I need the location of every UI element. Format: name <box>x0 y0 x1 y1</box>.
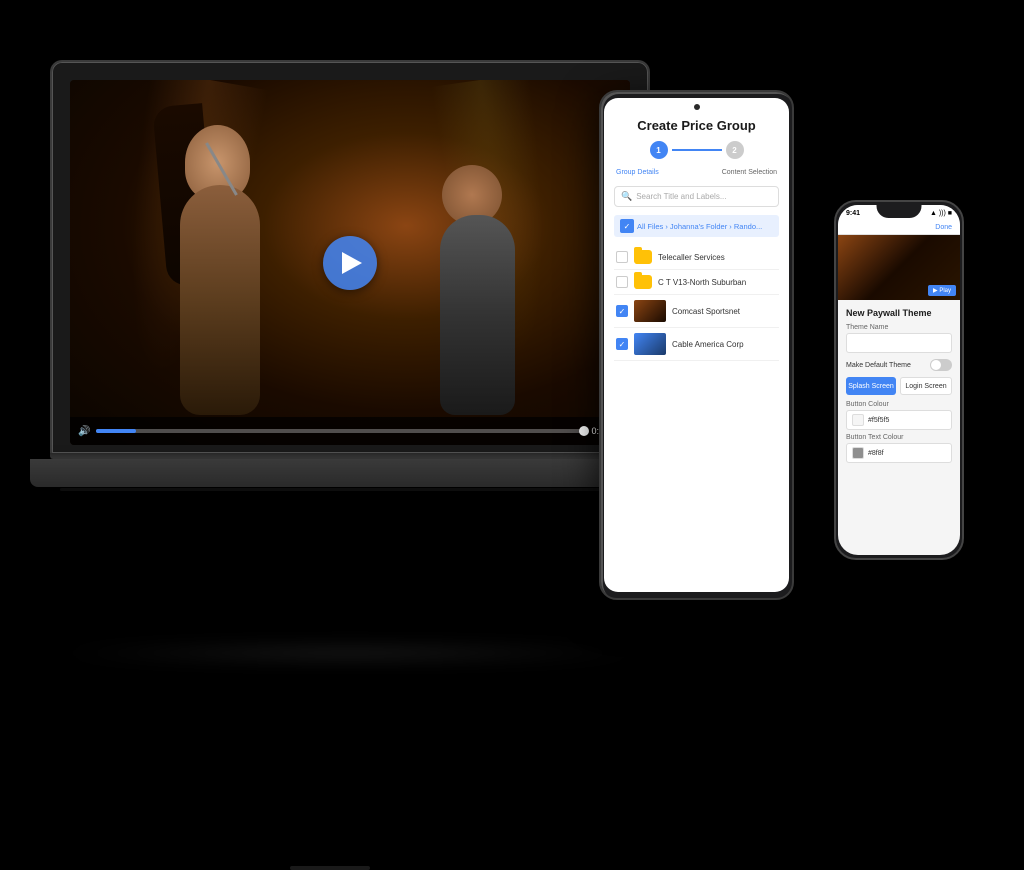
button-text-color-input[interactable]: #8f8f <box>846 443 952 463</box>
button-color-input[interactable]: #f5f5f5 <box>846 410 952 430</box>
step-1-circle: 1 <box>650 141 668 159</box>
file-name-3: Comcast Sportsnet <box>672 307 777 316</box>
step-1-label: Group Details <box>616 169 659 176</box>
singer-body <box>180 185 260 415</box>
phone-nav: Done <box>838 221 960 235</box>
tablet-camera <box>694 104 700 110</box>
file-row[interactable]: ✓ Cable America Corp <box>614 328 779 361</box>
tablet-content: Create Price Group 1 2 Group Details Con… <box>604 98 789 592</box>
laptop-feet <box>60 488 640 491</box>
progress-dot <box>579 426 589 436</box>
file-name-4: Cable America Corp <box>672 340 777 349</box>
breadcrumb-path: All Files › Johanna's Folder › Rando... <box>637 222 762 231</box>
progress-fill <box>96 429 135 433</box>
file-checkbox-4[interactable]: ✓ <box>616 338 628 350</box>
laptop-screen: 🔊 0:06 ⛶ <box>70 80 630 445</box>
file-thumbnail-4 <box>634 333 666 355</box>
tablet-screen: Create Price Group 1 2 Group Details Con… <box>604 98 789 592</box>
file-checkbox-3[interactable]: ✓ <box>616 305 628 317</box>
theme-name-input[interactable] <box>846 333 952 353</box>
phone-screen: 9:41 ▲ ))) ■ Done ▶ Play New Paywall The… <box>838 205 960 555</box>
step-labels: Group Details Content Selection <box>614 169 779 176</box>
phone-notch <box>877 202 922 218</box>
toggle-thumb <box>931 360 941 370</box>
laptop-bezel: 🔊 0:06 ⛶ <box>50 60 650 455</box>
screen-tab-group: Splash Screen Login Screen <box>846 377 952 395</box>
breadcrumb-row: ✓ All Files › Johanna's Folder › Rando..… <box>614 215 779 237</box>
scene: 🔊 0:06 ⛶ Create Price G <box>0 0 1024 683</box>
theme-name-label: Theme Name <box>846 324 952 331</box>
play-icon <box>342 252 362 274</box>
file-thumbnail-3 <box>634 300 666 322</box>
splash-screen-tab[interactable]: Splash Screen <box>846 377 896 395</box>
file-checkbox-2[interactable] <box>616 276 628 288</box>
phone: 9:41 ▲ ))) ■ Done ▶ Play New Paywall The… <box>834 200 964 560</box>
search-icon: 🔍 <box>621 191 632 202</box>
device-shadow <box>50 643 650 663</box>
volume-icon[interactable]: 🔊 <box>78 426 90 437</box>
folder-icon-2 <box>634 275 652 289</box>
file-row[interactable]: Telecaller Services <box>614 245 779 270</box>
video-controls: 🔊 0:06 ⛶ <box>70 417 630 445</box>
progress-track[interactable] <box>96 429 585 433</box>
play-button[interactable] <box>323 236 377 290</box>
phone-status-icons: ▲ ))) ■ <box>930 210 952 217</box>
login-screen-tab[interactable]: Login Screen <box>900 377 952 395</box>
laptop-base <box>30 459 670 487</box>
phone-time: 9:41 <box>846 210 860 217</box>
singer-figure <box>130 135 330 415</box>
button-text-color-label: Button Text Colour <box>846 434 952 441</box>
step-indicator: 1 2 <box>614 141 779 159</box>
step-2-circle: 2 <box>726 141 744 159</box>
file-row[interactable]: C T V13-North Suburban <box>614 270 779 295</box>
guitarist-body <box>440 215 515 415</box>
phone-video-badge: ▶ Play <box>928 285 956 296</box>
button-text-color-value: #8f8f <box>868 450 884 457</box>
button-color-swatch <box>852 414 864 426</box>
button-color-label: Button Colour <box>846 401 952 408</box>
file-name-1: Telecaller Services <box>658 253 777 262</box>
phone-video-thumbnail: ▶ Play <box>838 235 960 300</box>
tablet: Create Price Group 1 2 Group Details Con… <box>599 90 794 600</box>
file-name-2: C T V13-North Suburban <box>658 278 777 287</box>
folder-icon <box>634 250 652 264</box>
step-line <box>672 149 722 151</box>
search-placeholder: Search Title and Labels... <box>636 192 726 201</box>
all-checked-box[interactable]: ✓ <box>620 219 634 233</box>
step-2-label: Content Selection <box>722 169 777 176</box>
phone-done-button[interactable]: Done <box>935 224 952 231</box>
search-bar[interactable]: 🔍 Search Title and Labels... <box>614 186 779 207</box>
laptop-trackpad-notch <box>290 866 370 870</box>
file-checkbox-1[interactable] <box>616 251 628 263</box>
tablet-page-title: Create Price Group <box>614 118 779 133</box>
file-row[interactable]: ✓ Comcast Sportsnet <box>614 295 779 328</box>
button-color-value: #f5f5f5 <box>868 417 889 424</box>
phone-form: New Paywall Theme Theme Name Make Defaul… <box>838 300 960 475</box>
default-theme-toggle[interactable] <box>930 359 952 371</box>
laptop: 🔊 0:06 ⛶ <box>50 60 670 580</box>
default-theme-label: Make Default Theme <box>846 362 911 369</box>
default-theme-row: Make Default Theme <box>846 359 952 371</box>
guitarist-figure <box>410 175 570 415</box>
button-text-color-swatch <box>852 447 864 459</box>
phone-section-title: New Paywall Theme <box>846 308 952 318</box>
